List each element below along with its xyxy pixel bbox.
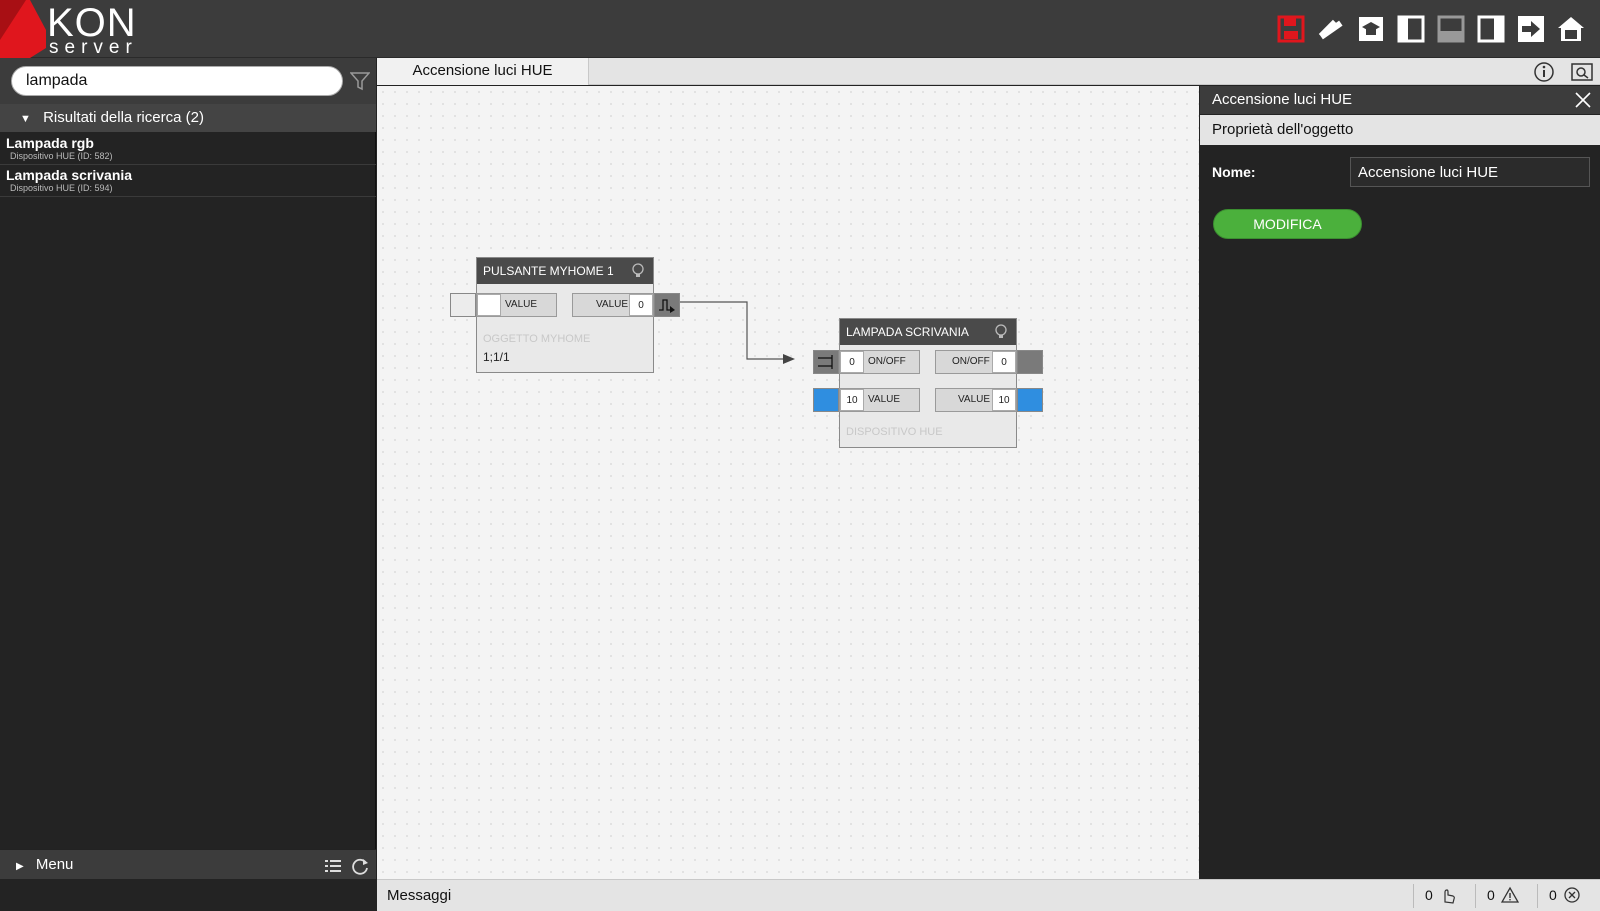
node-footer-value: 1;1/1 [483, 350, 510, 364]
node-title: LAMPADA SCRIVANIA [846, 325, 969, 339]
logo-subtitle: server [49, 37, 138, 58]
list-item-title: Lampada rgb [6, 135, 94, 151]
node-footer-label: DISPOSITIVO HUE [846, 426, 943, 438]
status-bar: Messaggi 0 0 0 [377, 879, 1600, 911]
exit-icon[interactable] [1516, 14, 1546, 44]
info-icon[interactable] [1533, 61, 1555, 83]
port-value-box: 0 [992, 351, 1016, 373]
menu-button[interactable]: ▶ Menu [16, 856, 73, 873]
output-port-value[interactable]: VALUE 10 [935, 388, 1017, 412]
port-value-box: 0 [629, 294, 653, 316]
node-footer-label: OGGETTO MYHOME [483, 333, 591, 345]
list-item-subtitle: Dispositivo HUE (ID: 582) [10, 151, 113, 161]
panel-subtitle: Proprietà dell'oggetto [1200, 115, 1600, 145]
port-value-box [477, 294, 501, 316]
tools-icon[interactable] [1316, 14, 1346, 44]
filter-icon[interactable] [350, 71, 370, 91]
bottom-panel-icon[interactable] [1436, 14, 1466, 44]
top-bar: KON server [0, 0, 1600, 58]
expand-triangle-icon: ▶ [16, 861, 24, 872]
panel-header: Accensione luci HUE [1200, 86, 1600, 114]
tab-bar: Accensione luci HUE [377, 58, 1600, 85]
node-header: LAMPADA SCRIVANIA [840, 319, 1016, 345]
search-input[interactable] [11, 66, 343, 96]
hand-pointer-icon [1444, 889, 1455, 904]
touch-counter[interactable]: 0 [1425, 886, 1457, 904]
touch-count: 0 [1425, 887, 1433, 903]
warning-count: 0 [1487, 887, 1495, 903]
results-header-label: Risultati della ricerca (2) [43, 109, 204, 126]
save-icon[interactable] [1276, 14, 1306, 44]
logo: KON server [0, 0, 150, 58]
warning-counter[interactable]: 0 [1487, 886, 1519, 904]
output-connector[interactable] [1017, 350, 1043, 374]
logo-mark-icon [0, 0, 46, 58]
logic-canvas[interactable]: PULSANTE MYHOME 1 VALUE VALUE 0 OGGETTO … [377, 86, 1199, 879]
list-item-subtitle: Dispositivo HUE (ID: 594) [10, 183, 113, 193]
name-label: Nome: [1212, 164, 1256, 180]
error-counter[interactable]: 0 [1549, 886, 1581, 904]
refresh-icon[interactable] [350, 856, 370, 876]
home-icon[interactable] [1556, 14, 1586, 44]
input-port-value[interactable]: 10 VALUE [839, 388, 920, 412]
messages-label[interactable]: Messaggi [387, 887, 451, 904]
modify-button[interactable]: MODIFICA [1213, 209, 1362, 239]
input-arrow-icon [818, 355, 833, 369]
port-label: VALUE [868, 394, 901, 405]
pulse-icon [659, 299, 675, 313]
editor-area: Accensione luci HUE PULSANTE MYHOME 1 VA… [377, 58, 1600, 879]
app-root: KON server lampada ▼ Risultati della ric… [0, 0, 1600, 911]
name-field[interactable] [1350, 157, 1590, 187]
sidebar-footer: ▶ Menu [0, 849, 376, 879]
port-value-box: 0 [840, 351, 864, 373]
list-item-title: Lampada scrivania [6, 167, 133, 183]
bulb-icon[interactable] [994, 324, 1008, 340]
input-connector[interactable] [813, 350, 839, 374]
divider [1413, 884, 1414, 908]
properties-panel: Accensione luci HUE Proprietà dell'ogget… [1200, 86, 1600, 879]
divider [1475, 884, 1476, 908]
node-title: PULSANTE MYHOME 1 [483, 264, 614, 278]
panel-title: Accensione luci HUE [1212, 91, 1353, 108]
results-list: Lampada rgb Dispositivo HUE (ID: 582) La… [0, 133, 376, 197]
output-port-onoff[interactable]: ON/OFF 0 [935, 350, 1017, 374]
port-label: ON/OFF [868, 356, 906, 367]
node-header: PULSANTE MYHOME 1 [477, 258, 653, 284]
bulb-icon[interactable] [631, 263, 645, 279]
collapse-triangle-icon: ▼ [20, 113, 31, 125]
port-value-box: 10 [840, 389, 864, 411]
warning-icon [1500, 886, 1519, 903]
divider [1537, 884, 1538, 908]
output-port-value[interactable]: VALUE 0 [572, 293, 654, 317]
error-icon [1564, 887, 1580, 903]
output-connector[interactable] [654, 293, 680, 317]
tab-accensione-luci-hue[interactable]: Accensione luci HUE [377, 58, 589, 85]
connection-wire [680, 301, 795, 364]
search-bar [0, 58, 376, 104]
error-count: 0 [1549, 887, 1557, 903]
tutorial-icon[interactable] [1356, 14, 1386, 44]
port-label: ON/OFF [952, 356, 990, 367]
right-panel-icon[interactable] [1476, 14, 1506, 44]
port-value-box: 10 [992, 389, 1016, 411]
sidebar: ▼ Risultati della ricerca (2) Lampada rg… [0, 58, 376, 879]
port-label: VALUE [596, 299, 629, 310]
input-connector[interactable] [813, 388, 839, 412]
list-item[interactable]: Lampada scrivania Dispositivo HUE (ID: 5… [0, 165, 376, 197]
output-connector[interactable] [1017, 388, 1043, 412]
input-port-value[interactable]: VALUE [476, 293, 557, 317]
list-icon[interactable] [324, 857, 342, 875]
close-icon[interactable] [1574, 91, 1592, 109]
toolbar [1276, 14, 1586, 44]
left-panel-icon[interactable] [1396, 14, 1426, 44]
zoom-window-icon[interactable] [1571, 61, 1593, 83]
input-connector[interactable] [450, 293, 476, 317]
port-label: VALUE [505, 299, 538, 310]
port-label: VALUE [958, 394, 991, 405]
results-header[interactable]: ▼ Risultati della ricerca (2) [0, 104, 376, 132]
menu-label: Menu [35, 856, 74, 873]
list-item[interactable]: Lampada rgb Dispositivo HUE (ID: 582) [0, 133, 376, 165]
input-port-onoff[interactable]: 0 ON/OFF [839, 350, 920, 374]
